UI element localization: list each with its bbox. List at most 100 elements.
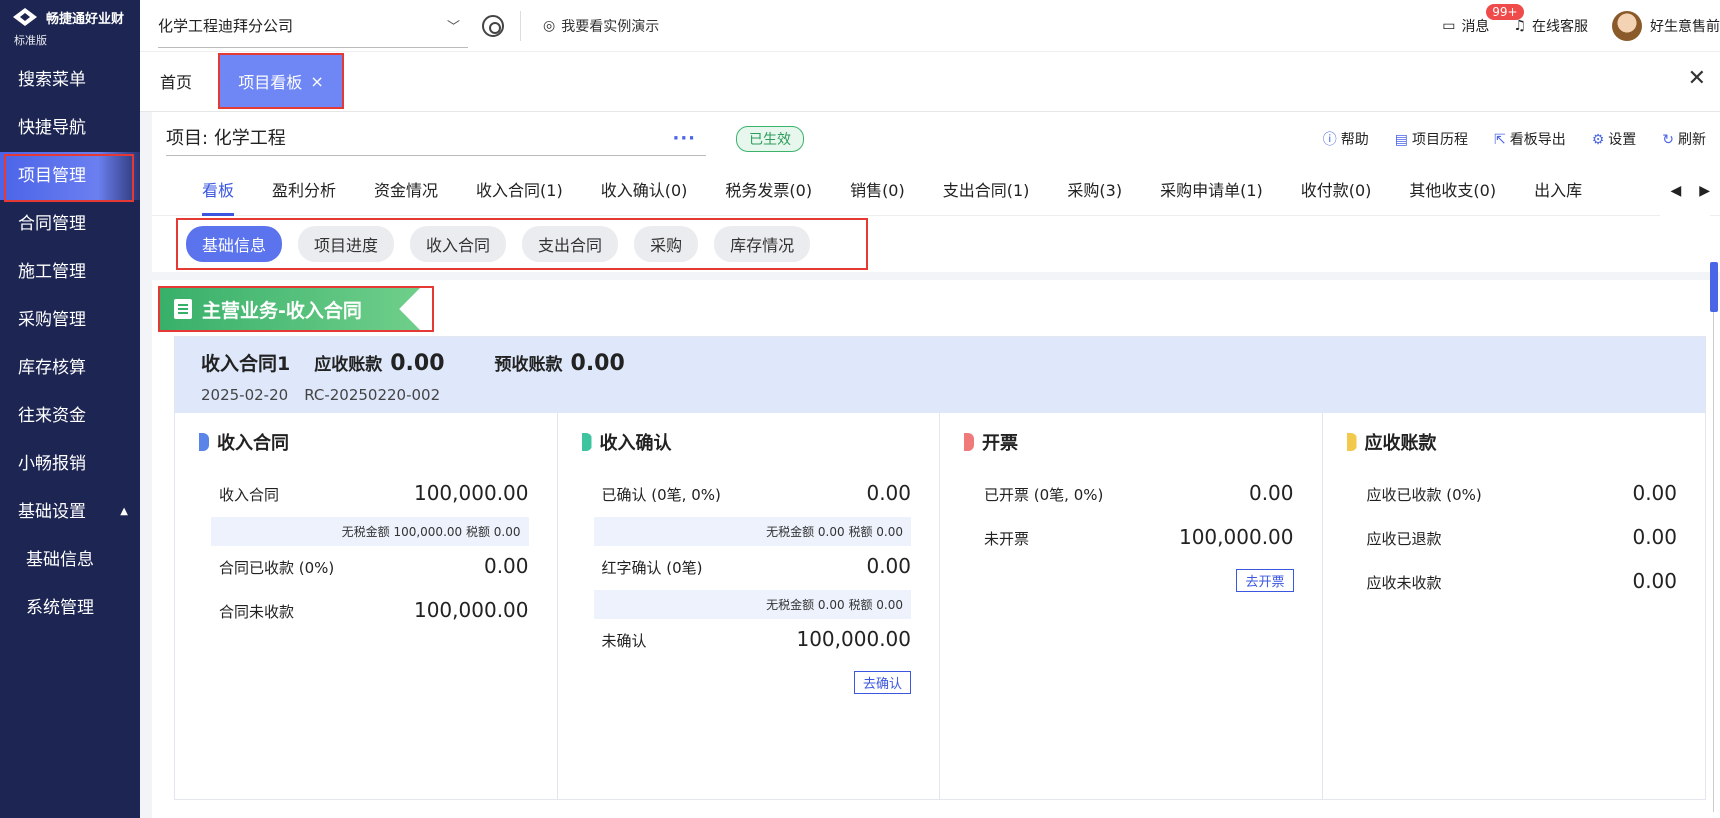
settings-button[interactable]: ⚙ 设置 — [1592, 129, 1637, 149]
messages-button[interactable]: ▭ 消息 99+ — [1442, 3, 1524, 36]
export-button[interactable]: ⇱ 看板导出 — [1494, 129, 1566, 149]
more-icon[interactable]: ··· — [672, 122, 696, 155]
company-selector[interactable]: 化学工程迪拜分公司 ﹀ — [158, 4, 468, 48]
chip-income-contract[interactable]: 收入合同 — [410, 226, 507, 262]
subtab-board[interactable]: 看板 — [202, 166, 235, 216]
close-icon[interactable]: ✕ — [1688, 66, 1706, 91]
page-title: 项目: 化学工程 — [166, 128, 286, 149]
chip-basic-info[interactable]: 基础信息 — [186, 226, 283, 262]
subtab-income-confirm[interactable]: 收入确认(0) — [601, 166, 688, 216]
help-button[interactable]: ⓘ 帮助 — [1323, 129, 1369, 149]
subtab-purchase-request[interactable]: 采购申请单(1) — [1160, 166, 1263, 216]
column-title: 开票 — [982, 433, 1018, 454]
sidebar-item-system-management[interactable]: 系统管理 — [0, 584, 140, 632]
project-title-field[interactable]: 项目: 化学工程 ··· — [166, 122, 706, 156]
chevron-down-icon: ﹀ — [446, 19, 460, 35]
brand-logo-icon — [10, 6, 40, 28]
sidebar-item-expense[interactable]: 小畅报销 — [0, 440, 140, 488]
subtab-sales[interactable]: 销售(0) — [850, 166, 905, 216]
subtab-other[interactable]: 其他收支(0) — [1409, 166, 1496, 216]
brand: 畅捷通好业财 标准版 — [0, 0, 140, 56]
refresh-icon: ↻ — [1662, 132, 1674, 148]
tab-project-board[interactable]: 项目看板 × — [218, 53, 345, 109]
subtab-tax-invoice[interactable]: 税务发票(0) — [725, 166, 812, 216]
row-label: 应收已退款 — [1366, 530, 1442, 548]
sidebar-item-search-menu[interactable]: 搜索菜单 — [0, 56, 140, 104]
divider — [520, 10, 521, 41]
caret-up-icon: ▲ — [120, 506, 128, 517]
scrollbar-thumb[interactable] — [1710, 262, 1718, 312]
refresh-button[interactable]: ↻ 刷新 — [1662, 129, 1706, 149]
subtab-profit[interactable]: 盈利分析 — [272, 166, 336, 216]
go-confirm-button[interactable]: 去确认 — [853, 671, 911, 694]
contract-name[interactable]: 收入合同1 — [201, 349, 290, 376]
company-name: 化学工程迪拜分公司 — [158, 16, 294, 35]
subtab-funds[interactable]: 资金情况 — [374, 166, 438, 216]
sidebar-item-purchase-management[interactable]: 采购管理 — [0, 296, 140, 344]
service-label: 在线客服 — [1532, 18, 1588, 35]
tab-label: 项目看板 — [238, 73, 303, 92]
prepaid: 预收账款 0.00 — [495, 350, 625, 376]
go-invoice-button[interactable]: 去开票 — [1236, 569, 1294, 592]
column-title: 应收账款 — [1364, 433, 1437, 454]
user-menu[interactable]: 好生意售前 — [1612, 10, 1720, 41]
message-icon: ▭ — [1442, 17, 1456, 34]
chip-expense-contract[interactable]: 支出合同 — [522, 226, 619, 262]
column-title: 收入合同 — [217, 433, 289, 454]
row-label: 合同已收款 (0%) — [219, 559, 335, 577]
row-value: 100,000.00 — [796, 627, 911, 651]
subtab-purchase[interactable]: 采购(3) — [1067, 166, 1122, 216]
contract-card: 收入合同1 应收账款 0.00 预收账款 0.00 2025-02-20 RC-20… — [174, 336, 1706, 800]
sub-tabs: 看板 盈利分析 资金情况 收入合同(1) 收入确认(0) 税务发票(0) 销售(… — [152, 166, 1720, 216]
row-value: 0.00 — [1632, 525, 1677, 549]
demo-link[interactable]: ◎ 我要看实例演示 — [543, 16, 659, 36]
main-content: 项目: 化学工程 ··· 已生效 ⓘ 帮助 ▤ 项目历程 ⇱ 看板导出 ⚙ 设置 ↻ 刷新… — [140, 112, 1720, 818]
gear-icon[interactable] — [482, 14, 504, 37]
chip-bar: 基础信息 项目进度 收入合同 支出合同 采购 库存情况 — [152, 216, 1720, 272]
row-label: 应收未收款 — [1366, 574, 1442, 592]
sidebar-item-funds[interactable]: 往来资金 — [0, 392, 140, 440]
chip-progress[interactable]: 项目进度 — [298, 226, 395, 262]
tab-home[interactable]: 首页 — [140, 51, 212, 111]
sidebar-item-contract-management[interactable]: 合同管理 — [0, 200, 140, 248]
arrow-left-icon[interactable]: ◀ — [1670, 183, 1681, 199]
row-label: 已确认 (0笔, 0%) — [601, 486, 721, 504]
row-value: 100,000.00 — [413, 598, 529, 622]
subtab-income-contract[interactable]: 收入合同(1) — [476, 166, 563, 216]
column-title: 收入确认 — [599, 433, 672, 454]
status-badge: 已生效 — [736, 126, 804, 152]
row-label: 收入合同 — [219, 486, 280, 504]
sidebar-item-basic-info[interactable]: 基础信息 — [0, 536, 140, 584]
help-icon: ⓘ — [1322, 132, 1337, 148]
income-contract-column: 收入合同 收入合同 100,000.00 无税金额 100,000.00 税额 0… — [175, 413, 558, 799]
close-tab-icon[interactable]: × — [310, 72, 323, 91]
tax-note: 无税金额 100,000.00 税额 0.00 — [211, 517, 529, 546]
sidebar-item-inventory[interactable]: 库存核算 — [0, 344, 140, 392]
row-value: 0.00 — [1632, 481, 1677, 505]
history-label: 项目历程 — [1411, 132, 1468, 148]
sidebar-item-quick-nav[interactable]: 快捷导航 — [0, 104, 140, 152]
app-root: 畅捷通好业财 标准版 搜索菜单 快捷导航 项目管理 合同管理 施工管理 采购管理… — [0, 0, 1720, 818]
row-value: 0.00 — [866, 481, 911, 505]
sidebar-item-project-management[interactable]: 项目管理 — [0, 152, 140, 202]
subtab-payments[interactable]: 收付款(0) — [1301, 166, 1372, 216]
sidebar-item-basic-settings[interactable]: 基础设置 ▲ — [0, 488, 140, 536]
brand-edition: 标准版 — [14, 34, 47, 47]
receivable-value: 0.00 — [390, 351, 445, 376]
online-service-button[interactable]: ♫ 在线客服 — [1513, 16, 1588, 36]
sidebar-item-label: 基础设置 — [18, 502, 86, 522]
contract-header: 收入合同1 应收账款 0.00 预收账款 0.00 2025-02-20 RC-20… — [175, 337, 1705, 413]
bookmark-icon — [1346, 433, 1357, 451]
subtab-stock-io[interactable]: 出入库 — [1534, 166, 1582, 216]
bookmark-icon — [581, 433, 592, 451]
row-label: 应收已收款 (0%) — [1366, 486, 1482, 504]
subtab-expense-contract[interactable]: 支出合同(1) — [943, 166, 1030, 216]
chip-inventory[interactable]: 库存情况 — [714, 226, 811, 262]
history-icon: ▤ — [1394, 132, 1408, 148]
sidebar-item-construction-management[interactable]: 施工管理 — [0, 248, 140, 296]
section-chips: 基础信息 项目进度 收入合同 支出合同 采购 库存情况 — [176, 218, 868, 270]
eye-icon: ◎ — [543, 17, 556, 34]
arrow-right-icon[interactable]: ▶ — [1699, 183, 1710, 199]
chip-purchase[interactable]: 采购 — [634, 226, 699, 262]
history-button[interactable]: ▤ 项目历程 — [1395, 129, 1468, 149]
